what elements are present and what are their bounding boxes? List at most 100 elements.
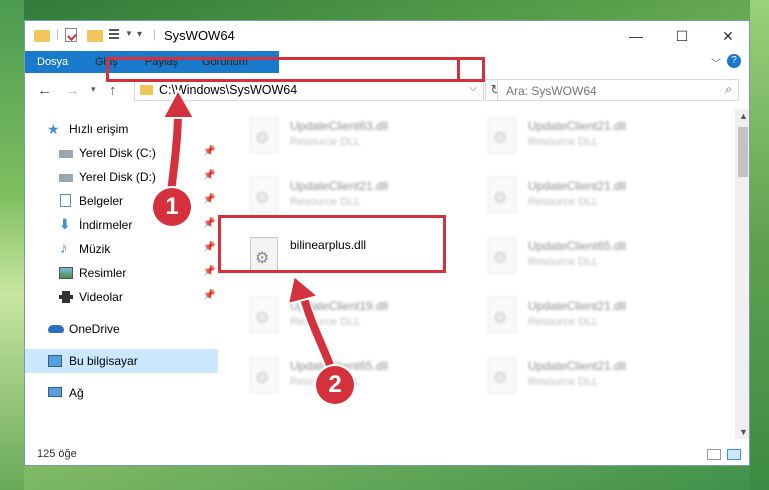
up-arrow-icon[interactable]: ↑ (109, 82, 117, 99)
folder-icon (34, 30, 50, 42)
back-arrow-icon[interactable]: ← (37, 82, 52, 99)
nav-label: Bu bilgisayar (69, 354, 138, 368)
list-item[interactable]: ⚙ UpdateClient21.dll Resource DLL (458, 289, 688, 343)
file-name: UpdateClient21.dll (528, 359, 627, 373)
file-name: UpdateClient21.dll (290, 179, 389, 193)
dll-file-icon: ⚙ (488, 177, 516, 213)
dll-file-icon: ⚙ (488, 357, 516, 393)
scroll-down-icon[interactable]: ▼ (739, 427, 748, 437)
forward-arrow-icon[interactable]: → (65, 82, 80, 99)
pin-icon[interactable]: 📌 (203, 290, 215, 301)
nav-item-drive-d[interactable]: Yerel Disk (D:) 📌 (25, 165, 218, 189)
nav-label: Resimler (79, 266, 127, 280)
file-name: UpdateClient21.dll (528, 299, 627, 313)
file-type: Resource DLL (528, 316, 599, 328)
nav-label: Videolar (79, 290, 123, 304)
quick-access-dropdown-icon[interactable]: ▾ (137, 29, 142, 40)
list-item[interactable]: ⚙ UpdateClient21.dll Resource DLL (458, 109, 688, 163)
file-type: Resource DLL (290, 316, 361, 328)
minimize-button[interactable]: — (613, 21, 659, 51)
window-title: SysWOW64 (164, 28, 235, 43)
search-input[interactable] (504, 83, 708, 99)
file-type: Resource DLL (528, 376, 599, 388)
nav-item-this-pc[interactable]: Bu bilgisayar (25, 349, 218, 373)
dll-file-icon: ⚙ (250, 297, 278, 333)
list-item[interactable]: ⚙ UpdateClient63.dll Resource DLL (220, 109, 450, 163)
address-path[interactable]: C:\Windows\SysWOW64 (159, 83, 297, 97)
details-view-icon[interactable] (707, 449, 721, 460)
nav-item-pictures[interactable]: Resimler 📌 (25, 261, 218, 285)
music-icon: ♪ (60, 240, 68, 257)
nav-item-quick-access[interactable]: ★ Hızlı erişim (25, 117, 218, 141)
list-item[interactable]: ⚙ UpdateClient19.dll Resource DLL (220, 289, 450, 343)
address-bar[interactable]: C:\Windows\SysWOW64 ⌵ (134, 79, 484, 101)
pin-icon[interactable]: 📌 (203, 242, 215, 253)
vertical-scrollbar[interactable]: ▲ ▼ (735, 109, 749, 439)
search-box[interactable]: ⌕ (497, 79, 739, 101)
list-item[interactable]: ⚙ UpdateClient21.dll Resource DLL (458, 169, 688, 223)
dll-file-icon: ⚙ (250, 117, 278, 153)
folder-icon (140, 85, 153, 95)
customize-toolbar-icon[interactable] (109, 29, 123, 41)
pin-icon[interactable]: 📌 (203, 194, 215, 205)
separator: | (153, 27, 157, 41)
file-type: Resource DLL (528, 196, 599, 208)
file-type: Resource DLL (290, 136, 361, 148)
file-type: Resource DLL (290, 196, 361, 208)
nav-item-network[interactable]: Ağ (25, 381, 218, 405)
file-name: UpdateClient19.dll (290, 299, 389, 313)
pin-icon[interactable]: 📌 (203, 218, 215, 229)
nav-item-videos[interactable]: Videolar 📌 (25, 285, 218, 309)
list-item[interactable]: ⚙ UpdateClient65.dll Resource DLL (458, 229, 688, 283)
scrollbar-thumb[interactable] (738, 127, 748, 177)
nav-label: Hızlı erişim (69, 122, 129, 136)
dll-file-icon: ⚙ (488, 297, 516, 333)
dll-file-icon: ⚙ (488, 117, 516, 153)
list-item[interactable]: ⚙ UpdateClient21.dll Resource DLL (458, 349, 688, 403)
nav-item-onedrive[interactable]: OneDrive (25, 317, 218, 341)
recent-locations-icon[interactable]: ▾ (91, 84, 96, 95)
file-name: UpdateClient21.dll (528, 179, 627, 193)
nav-label: İndirmeler (79, 218, 133, 232)
pictures-icon (59, 267, 73, 279)
step-1-badge: 1 (153, 188, 191, 226)
nav-label: Belgeler (79, 194, 124, 208)
nav-label: OneDrive (69, 322, 120, 336)
file-highlight-box (218, 215, 446, 273)
pin-icon[interactable]: 📌 (203, 266, 215, 277)
downloads-icon: ⬇ (59, 216, 71, 232)
nav-label: Yerel Disk (C:) (79, 146, 156, 160)
nav-label: Ağ (69, 386, 84, 400)
close-button[interactable]: ✕ (705, 21, 749, 51)
maximize-button[interactable]: ☐ (659, 21, 705, 51)
network-icon (48, 387, 62, 397)
documents-icon (60, 194, 71, 207)
properties-icon[interactable] (65, 28, 77, 42)
nav-label: Müzik (79, 242, 111, 256)
nav-item-music[interactable]: ♪ Müzik 📌 (25, 237, 218, 261)
chevron-down-icon[interactable]: ﹀ (711, 55, 721, 70)
item-count: 125 öğe (37, 448, 77, 460)
new-folder-icon[interactable] (87, 30, 103, 42)
file-name: UpdateClient65.dll (528, 239, 627, 253)
status-bar: 125 öğe (25, 441, 749, 465)
chevron-down-icon[interactable]: ⌵ (469, 83, 477, 94)
chevron-down-icon[interactable]: ▼ (125, 29, 133, 38)
navigation-pane: ★ Hızlı erişim Yerel Disk (C:) 📌 Yerel D… (25, 109, 218, 439)
nav-label: Yerel Disk (D:) (79, 170, 156, 184)
step-2-badge: 2 (316, 366, 354, 404)
nav-item-drive-c[interactable]: Yerel Disk (C:) 📌 (25, 141, 218, 165)
pin-icon[interactable]: 📌 (203, 146, 215, 157)
large-icons-view-icon[interactable] (727, 449, 741, 460)
cloud-icon (48, 325, 64, 333)
title-bar: | ▼ ▾ | SysWOW64 — ☐ ✕ (25, 21, 749, 51)
dll-file-icon: ⚙ (250, 177, 278, 213)
search-icon[interactable]: ⌕ (725, 82, 732, 97)
file-type: Resource DLL (528, 256, 599, 268)
nav-item-downloads[interactable]: ⬇ İndirmeler 📌 (25, 213, 218, 237)
help-icon[interactable]: ? (727, 54, 741, 68)
dll-file-icon: ⚙ (250, 357, 278, 393)
scroll-up-icon[interactable]: ▲ (739, 111, 748, 121)
pin-icon[interactable]: 📌 (203, 170, 215, 181)
star-icon: ★ (47, 121, 60, 137)
